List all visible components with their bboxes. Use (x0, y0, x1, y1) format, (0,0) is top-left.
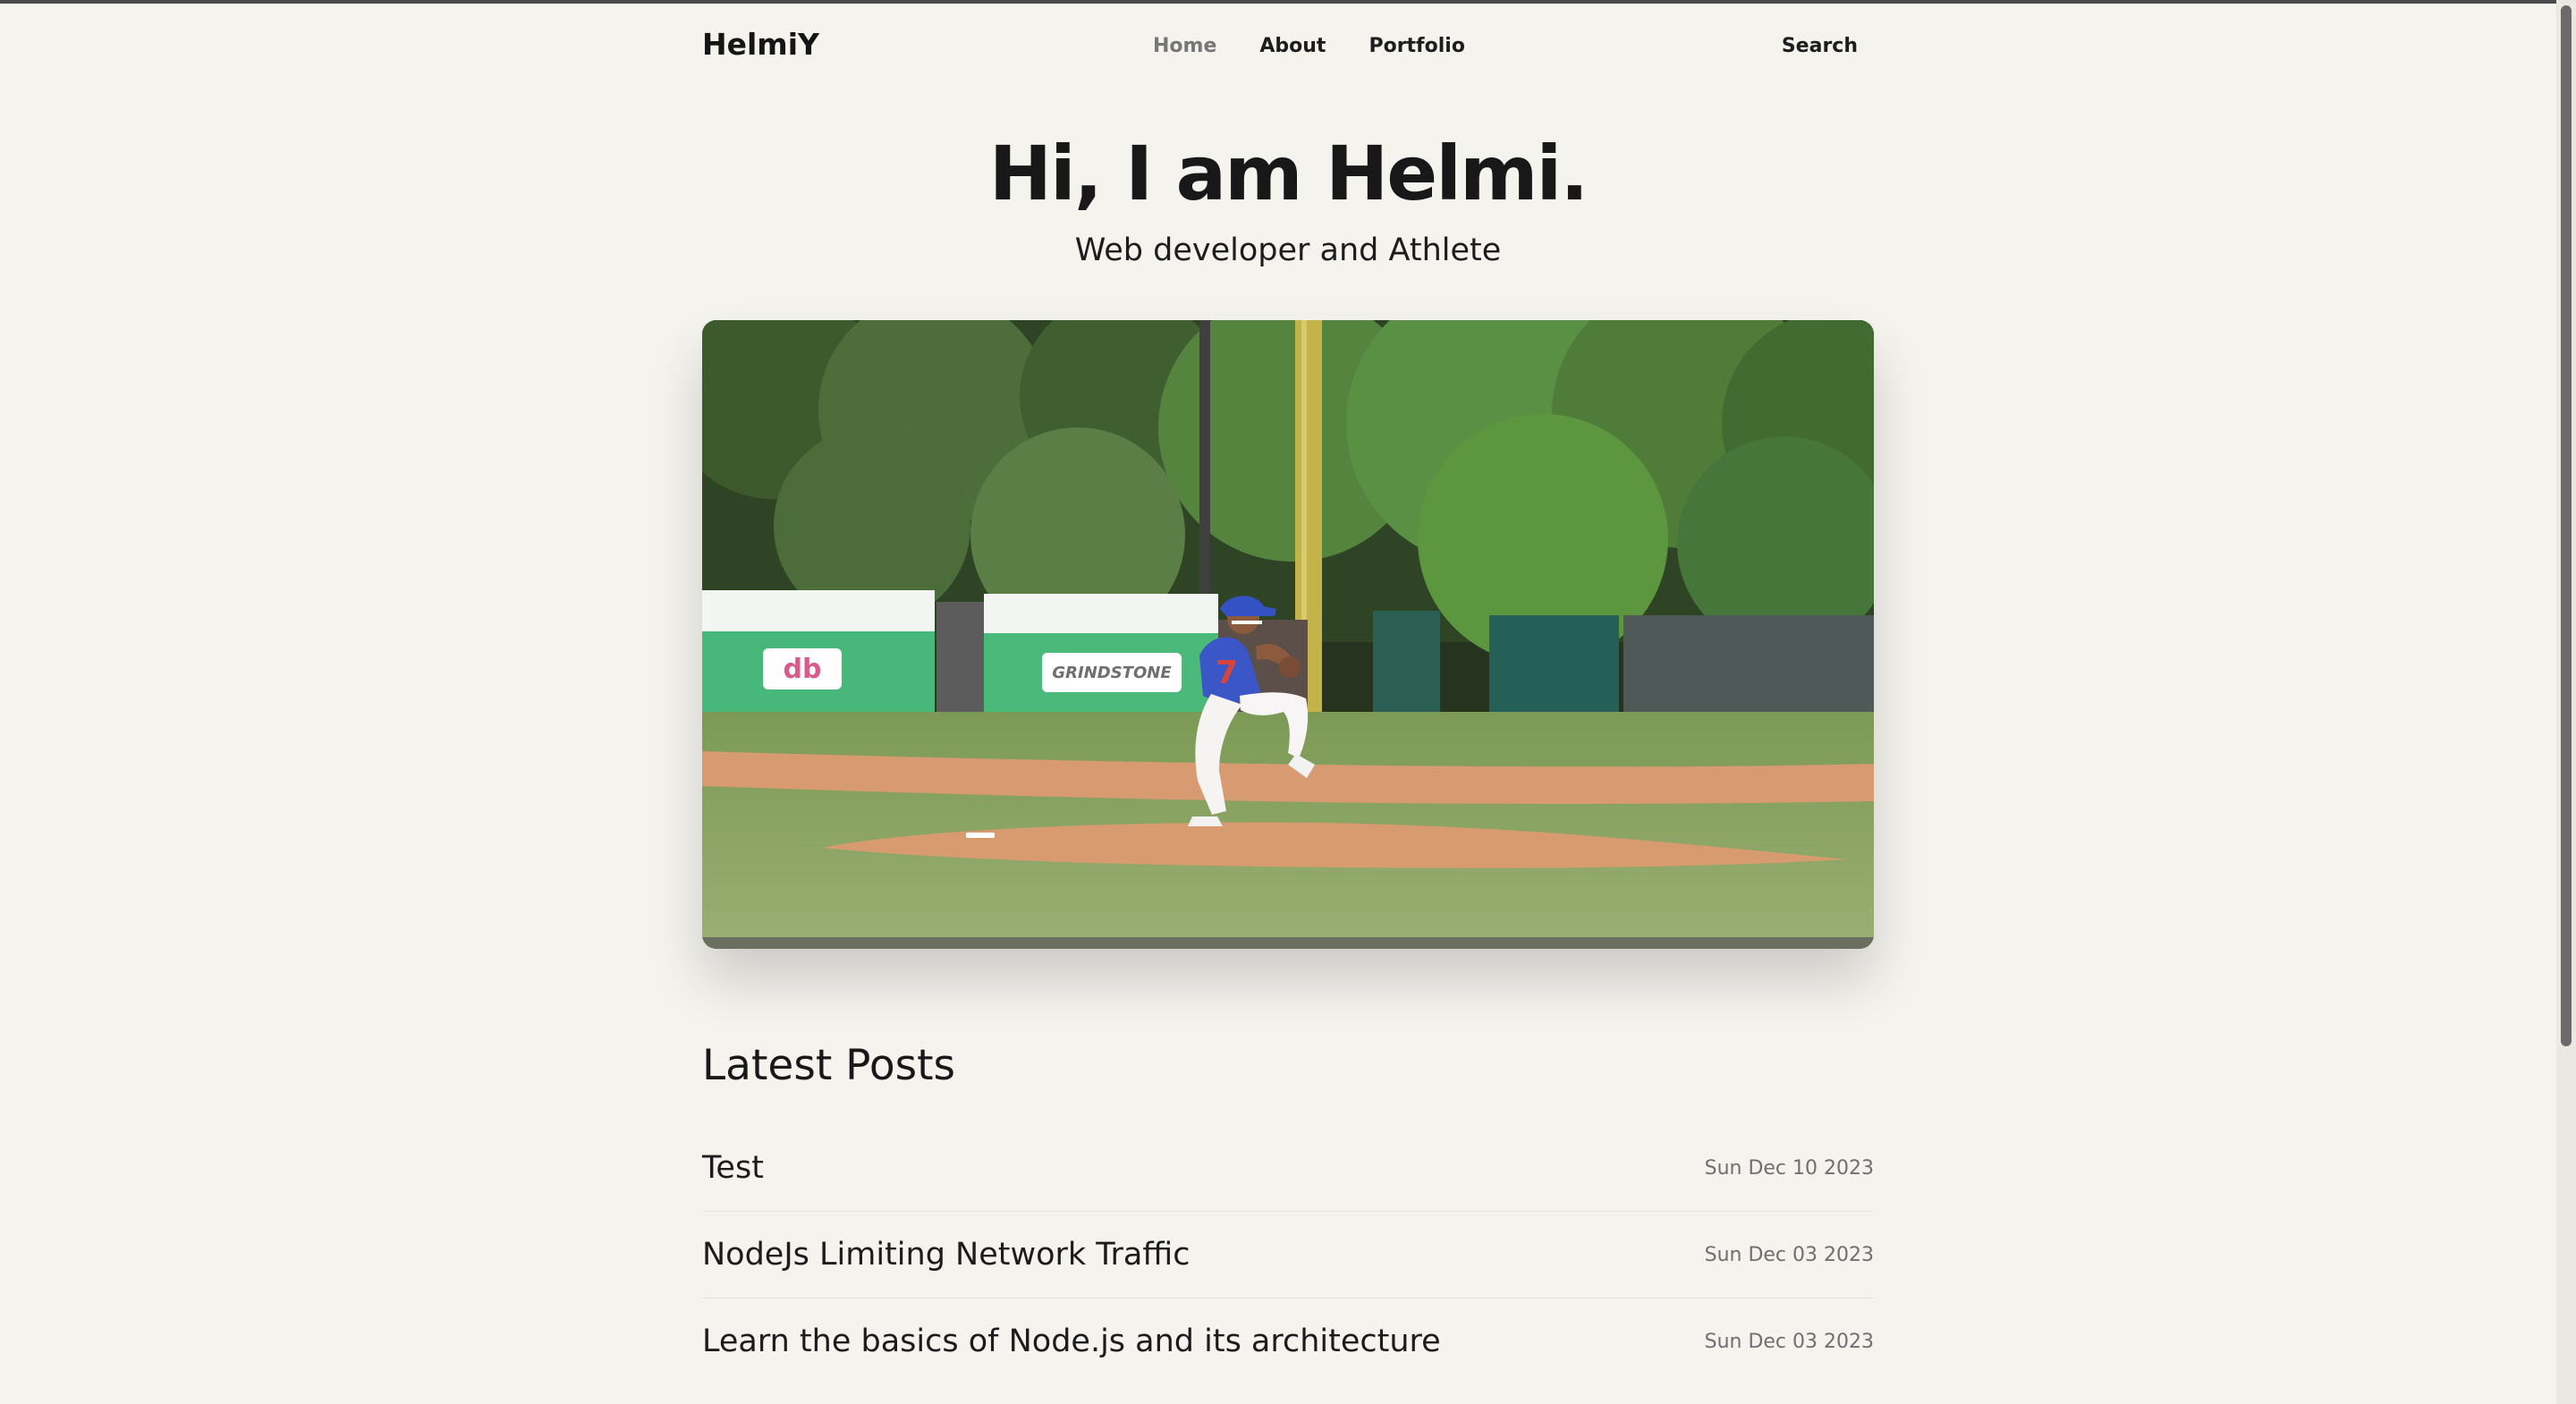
post-title[interactable]: Learn the basics of Node.js and its arch… (702, 1324, 1441, 1359)
fence-segment (1623, 615, 1874, 721)
primary-nav: Home About Portfolio (1153, 35, 1465, 57)
post-item[interactable]: Learn the basics of Node.js and its arch… (702, 1298, 1874, 1384)
baseball-pitcher-photo: db GRINDSTONE 7 (702, 320, 1874, 949)
hero-photo: db GRINDSTONE 7 (702, 320, 1874, 949)
banner-right-text: GRINDSTONE (1052, 664, 1172, 682)
post-item[interactable]: NodeJs Limiting Network Traffic Sun Dec … (702, 1212, 1874, 1298)
post-title[interactable]: Test (702, 1150, 764, 1186)
latest-posts-heading: Latest Posts (702, 1041, 956, 1090)
scrollbar-thumb[interactable] (2561, 5, 2572, 1046)
posts-list: Test Sun Dec 10 2023 NodeJs Limiting Net… (702, 1125, 1874, 1384)
rosin-bag (966, 833, 995, 838)
post-title[interactable]: NodeJs Limiting Network Traffic (702, 1237, 1190, 1273)
pitcher-shoe (1188, 816, 1223, 826)
jersey-number: 7 (1216, 655, 1238, 691)
baseball-glove (1279, 656, 1301, 678)
post-item[interactable]: Test Sun Dec 10 2023 (702, 1125, 1874, 1212)
fence-segment (936, 602, 984, 712)
fence-panel (1489, 615, 1619, 721)
post-date: Sun Dec 03 2023 (1704, 1243, 1874, 1266)
site-logo[interactable]: HelmiY (702, 27, 819, 62)
hero-section: Hi, I am Helmi. Web developer and Athlet… (702, 136, 1874, 268)
search-link[interactable]: Search (1782, 35, 1858, 57)
post-date: Sun Dec 03 2023 (1704, 1330, 1874, 1353)
banner-left-text: db (784, 654, 822, 685)
nav-home-link[interactable]: Home (1153, 35, 1216, 57)
hero-title: Hi, I am Helmi. (988, 130, 1589, 217)
nav-portfolio-link[interactable]: Portfolio (1368, 35, 1465, 57)
foreground-shadow (702, 937, 1874, 949)
vertical-scrollbar[interactable] (2556, 0, 2576, 1404)
page: HelmiY Home About Portfolio Search Hi, I… (702, 0, 1874, 1384)
post-date: Sun Dec 10 2023 (1704, 1156, 1874, 1180)
nav-about-link[interactable]: About (1259, 35, 1326, 57)
navbar: HelmiY Home About Portfolio Search (702, 0, 1874, 95)
fence-panel (1373, 611, 1440, 718)
hero-subtitle: Web developer and Athlete (1074, 233, 1502, 268)
